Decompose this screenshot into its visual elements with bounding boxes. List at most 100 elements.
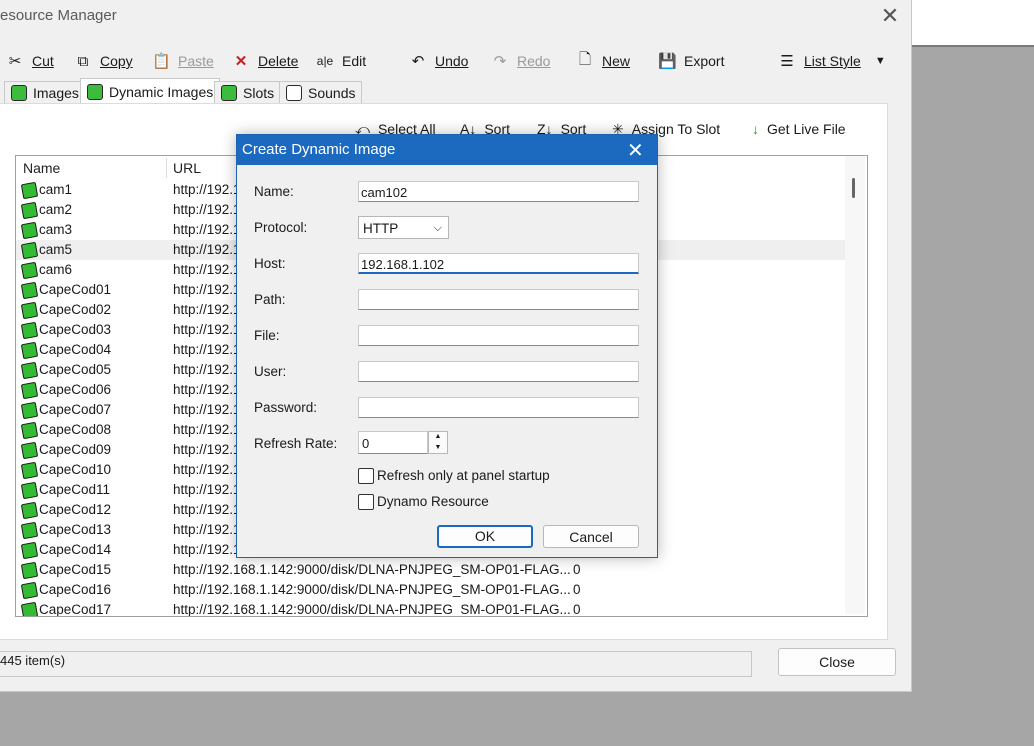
stepper-up-icon[interactable]: ▲	[429, 432, 447, 442]
column-separator[interactable]	[166, 158, 167, 178]
list-icon: ☰	[780, 53, 794, 70]
row-name: CapeCod10	[39, 462, 112, 477]
dynamic-image-icon	[20, 321, 39, 340]
host-label: Host:	[254, 256, 286, 271]
dynamic-image-icon	[20, 301, 39, 320]
row-name: CapeCod06	[39, 382, 112, 397]
get-live-file-button[interactable]: ↓ Get Live File	[752, 120, 846, 138]
dynamic-image-icon	[20, 521, 39, 540]
row-url: http://192.168.1.142:9000/disk/DLNA-PNJP…	[173, 562, 571, 577]
row-url: http://192.1	[173, 362, 241, 377]
undo-button[interactable]: ↶ Undo	[409, 50, 469, 72]
edit-text-icon: a|e	[316, 54, 334, 68]
table-row[interactable]: CapeCod15 http://192.168.1.142:9000/disk/…	[16, 560, 846, 580]
row-url: http://192.1	[173, 522, 241, 537]
row-name: cam3	[39, 222, 73, 237]
paste-button[interactable]: 📋 Paste	[152, 50, 214, 72]
clipboard-icon: 📋	[152, 53, 171, 70]
dialog-titlebar: Create Dynamic Image ✕	[237, 135, 657, 165]
refresh-rate-label: Refresh Rate:	[254, 436, 338, 451]
column-header-name[interactable]: Name	[23, 156, 60, 180]
row-url: http://192.1	[173, 542, 241, 557]
dialog-close-icon[interactable]: ✕	[627, 138, 644, 163]
create-dynamic-image-dialog: Create Dynamic Image ✕ Name: cam102 Prot…	[236, 134, 658, 558]
sound-icon	[286, 85, 302, 101]
user-label: User:	[254, 364, 287, 379]
row-name: cam5	[39, 242, 73, 257]
vertical-scrollbar[interactable]	[845, 156, 865, 614]
column-header-url[interactable]: URL	[173, 156, 201, 180]
copy-button[interactable]: ⧉ Copy	[74, 50, 133, 72]
list-style-button[interactable]: ☰ List Style ▼	[778, 50, 886, 72]
dynamic-image-icon	[20, 221, 39, 240]
row-name: CapeCod03	[39, 322, 112, 337]
refresh-rate-stepper[interactable]: ▲ ▼	[428, 431, 448, 454]
row-value: 0	[573, 582, 581, 597]
dynamic-image-icon	[20, 561, 39, 580]
dynamic-image-icon	[20, 361, 39, 380]
row-name: cam1	[39, 182, 73, 197]
row-url: http://192.1	[173, 242, 241, 257]
row-url: http://192.1	[173, 202, 241, 217]
user-field[interactable]	[358, 361, 639, 382]
redo-button[interactable]: ↷ Redo	[491, 50, 551, 72]
row-url: http://192.168.1.142:9000/disk/DLNA-PNJP…	[173, 582, 571, 597]
copy-icon: ⧉	[77, 52, 89, 70]
protocol-select[interactable]: HTTP ⌵	[358, 216, 449, 239]
row-url: http://192.1	[173, 422, 241, 437]
cut-button[interactable]: ✂ Cut	[6, 50, 54, 72]
row-name: CapeCod05	[39, 362, 112, 377]
table-row[interactable]: CapeCod16 http://192.168.1.142:9000/disk/…	[16, 580, 846, 600]
file-field[interactable]	[358, 325, 639, 346]
delete-x-icon: ✕	[234, 53, 248, 70]
scrollbar-thumb[interactable]	[852, 178, 855, 198]
ok-button[interactable]: OK	[437, 525, 533, 548]
table-row[interactable]: CapeCod17 http://192.168.1.142:9000/disk/…	[16, 600, 846, 617]
row-name: CapeCod09	[39, 442, 112, 457]
dynamic-image-icon	[20, 461, 39, 480]
row-name: CapeCod17	[39, 602, 112, 617]
dynamic-image-icon	[20, 241, 39, 260]
row-url: http://192.168.1.142:9000/disk/DLNA-PNJP…	[173, 602, 571, 617]
dropdown-arrow-icon[interactable]: ▼	[875, 55, 886, 67]
tab-dynamic-images[interactable]: Dynamic Images	[80, 78, 221, 104]
refresh-rate-field[interactable]: 0	[358, 431, 428, 454]
new-button[interactable]: 🗋 New	[576, 50, 630, 72]
dynamic-image-icon	[20, 201, 39, 220]
name-label: Name:	[254, 184, 294, 199]
password-label: Password:	[254, 400, 318, 415]
refresh-startup-checkbox[interactable]	[358, 468, 374, 484]
delete-button[interactable]: ✕ Delete	[232, 50, 299, 72]
edit-button[interactable]: a|e Edit	[316, 50, 366, 72]
row-url: http://192.1	[173, 282, 241, 297]
dialog-title: Create Dynamic Image	[242, 141, 396, 158]
dynamic-image-icon	[20, 401, 39, 420]
dynamic-image-icon	[20, 601, 39, 616]
name-field[interactable]: cam102	[358, 181, 639, 202]
row-name: CapeCod15	[39, 562, 112, 577]
tab-sounds[interactable]: Sounds	[279, 81, 363, 104]
export-button[interactable]: 💾 Export	[658, 50, 724, 72]
chevron-down-icon: ⌵	[433, 222, 442, 234]
cancel-button[interactable]: Cancel	[543, 525, 639, 548]
close-button[interactable]: Close	[778, 648, 896, 676]
host-field[interactable]: 192.168.1.102	[358, 253, 639, 274]
tab-images[interactable]: Images	[4, 81, 86, 104]
row-name: CapeCod11	[39, 482, 111, 497]
row-name: CapeCod07	[39, 402, 112, 417]
dynamo-resource-checkbox[interactable]	[358, 494, 374, 510]
dynamic-image-icon	[20, 261, 39, 280]
window-close-icon[interactable]: ✕	[878, 5, 902, 27]
stepper-down-icon[interactable]: ▼	[429, 443, 447, 453]
row-name: CapeCod13	[39, 522, 112, 537]
tab-slots[interactable]: Slots	[214, 81, 282, 104]
row-name: cam6	[39, 262, 73, 277]
dynamic-image-icon	[20, 541, 39, 560]
item-count: 445 item(s)	[0, 653, 66, 668]
row-name: CapeCod16	[39, 582, 112, 597]
path-field[interactable]	[358, 289, 639, 310]
row-url: http://192.1	[173, 502, 241, 517]
password-field[interactable]	[358, 397, 639, 418]
desktop-background-bottom	[0, 691, 1034, 746]
row-name: CapeCod08	[39, 422, 112, 437]
